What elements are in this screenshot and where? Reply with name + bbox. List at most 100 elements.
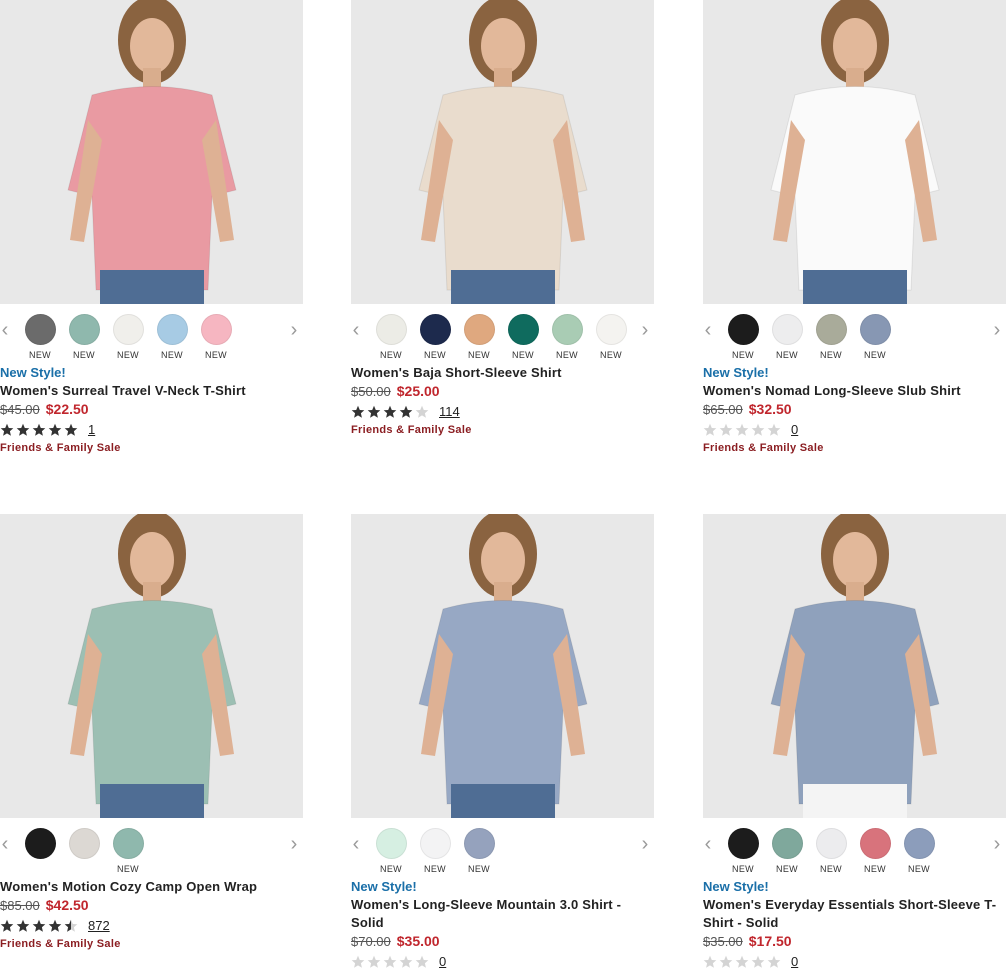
stars <box>703 423 781 437</box>
color-swatch[interactable]: NEW <box>595 314 627 360</box>
swatch-dot[interactable] <box>463 828 495 859</box>
review-count-link[interactable]: 1 <box>88 422 95 437</box>
chevron-left-icon[interactable]: ‹ <box>702 834 714 854</box>
promo-label: Friends & Family Sale <box>0 442 121 454</box>
color-swatch[interactable]: NEW <box>815 314 847 360</box>
product-title[interactable]: Women's Everyday Essentials Short-Sleeve… <box>703 896 1007 932</box>
product-info: New Style! Women's Everyday Essentials Sh… <box>703 874 1007 971</box>
swatch-dot[interactable] <box>375 314 407 345</box>
color-swatch[interactable]: NEW <box>463 314 495 360</box>
chevron-left-icon[interactable]: ‹ <box>0 320 11 340</box>
swatch-dot[interactable] <box>507 314 539 345</box>
swatch-dot[interactable] <box>68 314 100 345</box>
product-image[interactable] <box>351 0 654 304</box>
product-card: ‹ NEW › Women's Motion Cozy Camp Open Wrap $… <box>0 514 304 953</box>
new-tag: NEW <box>424 864 446 874</box>
color-swatch[interactable]: NEW <box>419 828 451 874</box>
swatch-dot[interactable] <box>595 314 627 345</box>
color-swatch[interactable]: NEW <box>375 314 407 360</box>
swatch-dot[interactable] <box>771 314 803 345</box>
review-count-link[interactable]: 114 <box>439 404 460 419</box>
chevron-left-icon[interactable]: ‹ <box>350 320 362 340</box>
swatch-dot[interactable] <box>463 314 495 345</box>
product-title[interactable]: Women's Long-Sleeve Mountain 3.0 Shirt -… <box>351 896 655 932</box>
chevron-right-icon[interactable]: › <box>288 320 300 340</box>
swatch-dot[interactable] <box>24 828 56 859</box>
color-swatch[interactable]: NEW <box>200 314 232 360</box>
color-swatch[interactable]: NEW <box>112 314 144 360</box>
color-swatch[interactable]: NEW <box>507 314 539 360</box>
new-tag: NEW <box>820 350 842 360</box>
color-swatch[interactable]: NEW <box>112 828 144 874</box>
color-swatch[interactable] <box>68 828 100 874</box>
review-count-link[interactable]: 872 <box>88 918 110 933</box>
chevron-right-icon[interactable]: › <box>288 834 300 854</box>
sale-price: $17.50 <box>748 933 792 949</box>
color-swatch[interactable]: NEW <box>727 828 759 874</box>
chevron-right-icon[interactable]: › <box>991 320 1003 340</box>
review-count-link[interactable]: 0 <box>791 422 798 437</box>
product-image[interactable] <box>351 514 654 818</box>
color-swatch[interactable]: NEW <box>24 314 56 360</box>
color-swatch[interactable]: NEW <box>903 828 935 874</box>
color-swatch[interactable]: NEW <box>419 314 451 360</box>
product-image[interactable] <box>0 514 303 818</box>
color-swatch[interactable]: NEW <box>551 314 583 360</box>
swatch-dot[interactable] <box>551 314 583 345</box>
swatch-dot[interactable] <box>112 828 144 859</box>
color-swatch[interactable]: NEW <box>859 828 891 874</box>
swatch-dot[interactable] <box>859 828 891 859</box>
swatch-dot[interactable] <box>859 314 891 345</box>
color-swatch[interactable]: NEW <box>771 828 803 874</box>
swatch-dot[interactable] <box>727 828 759 859</box>
product-image[interactable] <box>703 0 1006 304</box>
swatch-dot[interactable] <box>419 828 451 859</box>
sale-price: $25.00 <box>396 383 440 399</box>
chevron-left-icon[interactable]: ‹ <box>350 834 362 854</box>
swatch-dot[interactable] <box>903 828 935 859</box>
chevron-left-icon[interactable]: ‹ <box>0 834 11 854</box>
product-title[interactable]: Women's Surreal Travel V-Neck T-Shirt <box>0 382 304 400</box>
product-title[interactable]: Women's Nomad Long-Sleeve Slub Shirt <box>703 382 1007 400</box>
chevron-right-icon[interactable]: › <box>639 320 651 340</box>
swatch-dot[interactable] <box>815 314 847 345</box>
swatch-dot[interactable] <box>200 314 232 345</box>
price-row: $45.00 $22.50 <box>0 400 304 419</box>
swatch-dot[interactable] <box>375 828 407 859</box>
stars <box>703 955 781 969</box>
chevron-right-icon[interactable]: › <box>639 834 651 854</box>
price-row: $50.00 $25.00 <box>351 382 655 401</box>
color-swatch[interactable] <box>24 828 56 874</box>
swatch-dot[interactable] <box>68 828 100 859</box>
chevron-right-icon[interactable]: › <box>991 834 1003 854</box>
color-swatch[interactable]: NEW <box>156 314 188 360</box>
color-swatch[interactable]: NEW <box>771 314 803 360</box>
new-tag: NEW <box>380 864 402 874</box>
rating-row: 872 <box>0 915 304 935</box>
original-price: $35.00 <box>703 934 743 949</box>
star-rating-icon <box>0 423 78 436</box>
swatch-dot[interactable] <box>24 314 56 345</box>
swatch-dot[interactable] <box>419 314 451 345</box>
promo-label: Friends & Family Sale <box>351 424 472 436</box>
swatch-dot[interactable] <box>112 314 144 345</box>
color-swatch[interactable]: NEW <box>815 828 847 874</box>
color-swatch[interactable]: NEW <box>727 314 759 360</box>
swatch-dot[interactable] <box>156 314 188 345</box>
new-style-badge: New Style! <box>351 879 417 894</box>
color-swatch[interactable]: NEW <box>375 828 407 874</box>
new-tag: NEW <box>117 864 139 874</box>
product-title[interactable]: Women's Motion Cozy Camp Open Wrap <box>0 878 304 896</box>
product-title[interactable]: Women's Baja Short-Sleeve Shirt <box>351 364 655 382</box>
swatch-dot[interactable] <box>727 314 759 345</box>
color-swatch[interactable]: NEW <box>68 314 100 360</box>
price-row: $65.00 $32.50 <box>703 400 1007 419</box>
swatch-dot[interactable] <box>815 828 847 859</box>
chevron-left-icon[interactable]: ‹ <box>702 320 714 340</box>
color-swatch[interactable]: NEW <box>859 314 891 360</box>
product-image[interactable] <box>703 514 1006 818</box>
swatch-dot[interactable] <box>771 828 803 859</box>
color-swatch[interactable]: NEW <box>463 828 495 874</box>
product-image[interactable] <box>0 0 303 304</box>
new-tag: NEW <box>380 350 402 360</box>
